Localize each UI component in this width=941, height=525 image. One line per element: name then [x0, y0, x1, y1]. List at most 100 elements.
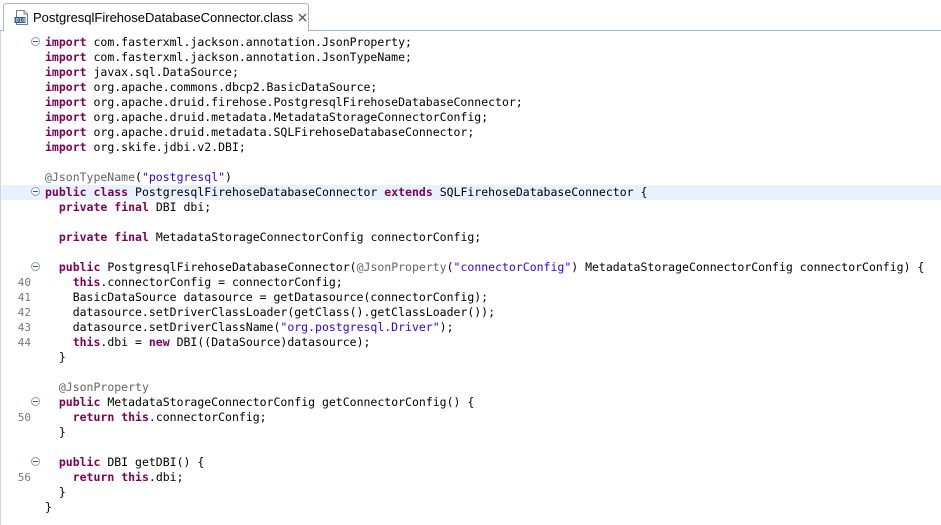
code-token: com.fasterxml.jackson.annotation.JsonPro…	[86, 35, 412, 49]
code-line[interactable]: }	[1, 350, 941, 365]
code-token: return	[72, 410, 115, 424]
code-line[interactable]: import javax.sql.DataSource;	[1, 65, 941, 80]
code-token: this	[121, 410, 149, 424]
code-text-area[interactable]: import com.fasterxml.jackson.annotation.…	[1, 35, 941, 515]
code-line[interactable]: }	[1, 485, 941, 500]
code-token: datasource.setDriverClassName(	[45, 320, 281, 334]
code-token: MetadataStorageConnectorConfig connector…	[148, 230, 482, 244]
code-line[interactable]: 44 this.dbi = new DBI((DataSource)dataso…	[1, 335, 941, 350]
code-token: new	[148, 335, 170, 349]
code-token: import	[45, 65, 87, 79]
code-line[interactable]: import org.apache.druid.metadata.Metadat…	[1, 110, 941, 125]
code-token: public	[58, 260, 101, 274]
code-line[interactable]: 42 datasource.setDriverClassLoader(getCl…	[1, 305, 941, 320]
fold-collapse-icon[interactable]	[31, 457, 40, 466]
code-token: datasource.setDriverClassLoader(getClass…	[45, 305, 496, 319]
code-token: }	[45, 485, 66, 499]
code-line[interactable]: public class PostgresqlFirehoseDatabaseC…	[1, 185, 941, 200]
code-text: private final MetadataStorageConnectorCo…	[45, 230, 481, 245]
code-token: class	[93, 185, 129, 199]
code-text: public PostgresqlFirehoseDatabaseConnect…	[45, 260, 925, 275]
line-number: 50	[17, 411, 31, 424]
code-line[interactable]: @JsonTypeName("postgresql")	[1, 170, 941, 185]
fold-collapse-icon[interactable]	[31, 37, 40, 46]
code-token: import	[45, 125, 87, 139]
code-line[interactable]	[1, 215, 941, 230]
editor-tab-strip: 010 PostgresqlFirehoseDatabaseConnector.…	[0, 0, 941, 31]
code-token: )	[225, 170, 232, 184]
code-line[interactable]: }	[1, 425, 941, 440]
code-line[interactable]: public DBI getDBI() {	[1, 455, 941, 470]
code-editor[interactable]: import com.fasterxml.jackson.annotation.…	[0, 31, 941, 525]
code-text: import org.apache.druid.metadata.SQLFire…	[45, 125, 474, 140]
code-line[interactable]: import org.apache.commons.dbcp2.BasicDat…	[1, 80, 941, 95]
class-file-icon: 010	[14, 10, 29, 25]
code-token: org.skife.jdbi.v2.DBI;	[86, 140, 246, 154]
code-text: }	[45, 425, 66, 440]
code-line[interactable]: import org.skife.jdbi.v2.DBI;	[1, 140, 941, 155]
code-line[interactable]: import org.apache.druid.metadata.SQLFire…	[1, 125, 941, 140]
code-token: com.fasterxml.jackson.annotation.JsonTyp…	[86, 50, 412, 64]
code-line[interactable]	[1, 365, 941, 380]
code-text: import javax.sql.DataSource;	[45, 65, 239, 80]
code-text: datasource.setDriverClassLoader(getClass…	[45, 305, 495, 320]
fold-collapse-icon[interactable]	[31, 397, 40, 406]
line-number: 43	[17, 321, 31, 334]
code-token: PostgresqlFirehoseDatabaseConnector	[128, 185, 385, 199]
code-text: @JsonTypeName("postgresql")	[45, 170, 232, 185]
code-text: private final DBI dbi;	[45, 200, 211, 215]
code-line[interactable]: 56 return this.dbi;	[1, 470, 941, 485]
editor-tab[interactable]: 010 PostgresqlFirehoseDatabaseConnector.…	[3, 3, 309, 31]
code-line[interactable]: 43 datasource.setDriverClassName("org.po…	[1, 320, 941, 335]
fold-collapse-icon[interactable]	[31, 262, 40, 271]
code-line[interactable]: }	[1, 500, 941, 515]
code-text: this.connectorConfig = connectorConfig;	[45, 275, 343, 290]
code-line[interactable]: private final DBI dbi;	[1, 200, 941, 215]
code-token: this	[72, 275, 101, 289]
code-token: import	[45, 35, 87, 49]
code-line[interactable]: public MetadataStorageConnectorConfig ge…	[1, 395, 941, 410]
code-token: }	[45, 350, 66, 364]
code-line[interactable]	[1, 245, 941, 260]
code-token: .connectorConfig = connectorConfig;	[100, 275, 343, 289]
close-icon[interactable]	[296, 12, 308, 24]
code-text: import org.apache.druid.firehose.Postgre…	[45, 95, 523, 110]
code-line[interactable]: public PostgresqlFirehoseDatabaseConnect…	[1, 260, 941, 275]
code-line[interactable]: @JsonProperty	[1, 380, 941, 395]
code-token: DBI dbi;	[148, 200, 212, 214]
code-token: final	[114, 230, 149, 244]
code-token: @JsonTypeName	[45, 170, 136, 184]
code-token: org.apache.commons.dbcp2.BasicDataSource…	[86, 80, 378, 94]
code-token: import	[45, 95, 87, 109]
code-token: }	[45, 500, 52, 514]
code-line[interactable]: import org.apache.druid.firehose.Postgre…	[1, 95, 941, 110]
code-token: @JsonProperty	[58, 380, 149, 394]
code-text: }	[45, 485, 66, 500]
code-line[interactable]: 40 this.connectorConfig = connectorConfi…	[1, 275, 941, 290]
code-line[interactable]: import com.fasterxml.jackson.annotation.…	[1, 50, 941, 65]
code-token: import	[45, 80, 87, 94]
tab-title: PostgresqlFirehoseDatabaseConnector.clas…	[33, 10, 294, 25]
class-file-editor-window: 010 PostgresqlFirehoseDatabaseConnector.…	[0, 0, 941, 525]
code-token: @JsonProperty	[356, 260, 447, 274]
code-token: (	[446, 260, 454, 274]
code-line[interactable]: 41 BasicDataSource datasource = getDatas…	[1, 290, 941, 305]
code-text: public class PostgresqlFirehoseDatabaseC…	[45, 185, 647, 200]
code-text: public DBI getDBI() {	[45, 455, 204, 470]
code-line[interactable]	[1, 155, 941, 170]
code-line[interactable]	[1, 440, 941, 455]
code-text: this.dbi = new DBI((DataSource)datasourc…	[45, 335, 371, 350]
code-token: public	[58, 395, 101, 409]
code-line[interactable]: 50 return this.connectorConfig;	[1, 410, 941, 425]
code-line[interactable]: private final MetadataStorageConnectorCo…	[1, 230, 941, 245]
fold-collapse-icon[interactable]	[31, 187, 40, 196]
code-line[interactable]: import com.fasterxml.jackson.annotation.…	[1, 35, 941, 50]
code-token: SQLFirehoseDatabaseConnector {	[432, 185, 648, 199]
